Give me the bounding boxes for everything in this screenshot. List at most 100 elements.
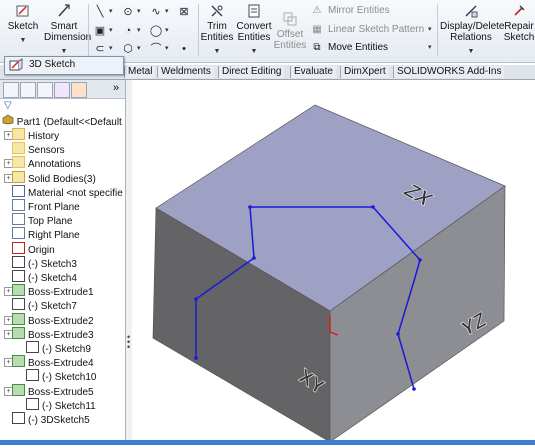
tree-item-3dsketch5[interactable]: (-) 3DSketch5: [12, 412, 90, 428]
spline-icon[interactable]: ∿: [148, 5, 164, 19]
tab-dimxpert[interactable]: DimXpert: [340, 66, 389, 78]
tree-item-label: Boss-Extrude5: [28, 386, 94, 398]
fillet-icon[interactable]: ⌒: [148, 42, 164, 56]
dimxpert-manager-tab-icon[interactable]: [54, 82, 70, 98]
window-bottom-border: [0, 440, 535, 445]
move-label: Move Entities: [328, 42, 389, 53]
tab-solidworks-add-ins[interactable]: SOLIDWORKS Add-Ins: [393, 66, 505, 78]
chevron-down-icon[interactable]: ▾: [137, 24, 144, 38]
chevron-down-icon[interactable]: ▾: [137, 5, 144, 19]
sketch-icon: [12, 255, 25, 268]
mirror-entities-button[interactable]: ⚠ Mirror Entities: [310, 4, 390, 18]
offset-entities-button[interactable]: Offset Entities: [273, 11, 307, 51]
repair-sketch-button[interactable]: Repair Sketch: [503, 3, 535, 43]
panel-toolbar: »: [0, 80, 125, 99]
configuration-manager-tab-icon[interactable]: [37, 82, 53, 98]
boss-extrude-icon: [12, 284, 25, 297]
chevron-down-icon[interactable]: ▾: [109, 42, 116, 56]
move-entities-button[interactable]: ⧉ Move Entities: [310, 41, 388, 55]
tree-item-label: Annotations: [28, 159, 81, 171]
chevron-down-icon[interactable]: ▾: [428, 23, 435, 37]
expand-arrows-icon[interactable]: »: [113, 82, 119, 94]
repair-icon: [514, 5, 525, 16]
tree-item-label: Material <not specifie: [28, 187, 123, 199]
chevron-down-icon[interactable]: ▾: [165, 24, 172, 38]
sketch-icon: [16, 5, 29, 17]
chevron-down-icon[interactable]: ▾: [428, 41, 435, 55]
convert-label-2: Entities: [237, 32, 271, 43]
plane-icon: [12, 199, 25, 211]
feature-manager-tab-icon[interactable]: [3, 82, 19, 98]
tab-evaluate[interactable]: Evaluate: [290, 66, 336, 78]
tree-item-label: (-) Sketch11: [42, 400, 96, 412]
slot-icon[interactable]: ⊂: [92, 42, 108, 56]
trim-entities-button[interactable]: Trim Entities ▼: [200, 3, 234, 57]
tab-metal[interactable]: Metal: [124, 66, 156, 78]
filter-icon[interactable]: ▽: [4, 100, 12, 111]
tree-item-label: Origin: [28, 244, 55, 256]
point-icon[interactable]: •: [176, 42, 192, 56]
graphics-area[interactable]: ZX YZ XY: [132, 80, 535, 445]
tree-item-label: (-) Sketch9: [42, 344, 91, 355]
convert-entities-button[interactable]: Convert Entities ▼: [236, 3, 272, 57]
boss-extrude-icon: [12, 383, 25, 396]
3d-sketch-menu-item[interactable]: 3D Sketch: [4, 56, 124, 75]
splitter-grip-icon[interactable]: • • •: [127, 333, 130, 352]
chevron-down-icon[interactable]: ▾: [165, 42, 172, 56]
rectangle-icon[interactable]: ▣: [92, 24, 108, 38]
chevron-down-icon[interactable]: ▾: [109, 24, 116, 38]
chevron-down-icon[interactable]: ▾: [165, 5, 172, 19]
tree-item-label: Right Plane: [28, 230, 80, 242]
sketch-button[interactable]: Sketch ▼: [6, 3, 40, 46]
tree-item-label: (-) Sketch4: [28, 273, 77, 284]
pattern-icon: ▦: [312, 24, 322, 35]
ellipse-icon[interactable]: ◯: [148, 24, 164, 38]
mirror-icon: ⚠: [312, 5, 322, 16]
boss-extrude-icon: [12, 312, 25, 325]
plane-icon: [12, 213, 25, 226]
offset-icon: [283, 12, 297, 26]
history-icon: [12, 128, 25, 140]
tab-direct-editing[interactable]: Direct Editing: [218, 66, 285, 78]
chevron-down-icon[interactable]: ▼: [236, 46, 272, 57]
relations-label-1: Display/Delete: [440, 21, 505, 32]
sketch-point: [252, 256, 256, 260]
chevron-down-icon[interactable]: ▾: [109, 5, 116, 19]
smart-dimension-label-1: Smart: [50, 21, 78, 32]
origin-icon: [12, 241, 25, 254]
relations-icon: [465, 5, 478, 18]
sensors-icon: [12, 142, 25, 155]
tree-item-label: Boss-Extrude3: [28, 329, 94, 341]
polygon-icon[interactable]: ⬡: [120, 42, 136, 56]
sketch-point: [418, 258, 422, 262]
arc-icon[interactable]: ◔: [120, 24, 136, 38]
smart-dimension-label-2: Dimension: [44, 32, 92, 43]
sketch-picture-icon[interactable]: ⊠: [176, 5, 192, 19]
smart-dimension-button[interactable]: Smart Dimension ▼: [44, 3, 91, 57]
sketch-point: [248, 205, 252, 209]
tree-item-label: Boss-Extrude4: [28, 358, 94, 370]
chevron-down-icon[interactable]: ▼: [440, 46, 502, 57]
sketch-point: [194, 297, 198, 301]
3d-model-view[interactable]: ZX YZ XY: [132, 80, 535, 445]
linear-sketch-pattern-button[interactable]: ▦ Linear Sketch Pattern: [310, 23, 424, 37]
offset-label-1: Offset: [276, 29, 304, 40]
tree-item-label: (-) Sketch10: [42, 372, 97, 384]
convert-icon: [248, 4, 260, 18]
line-icon[interactable]: ╲: [92, 5, 108, 19]
chevron-down-icon[interactable]: ▼: [200, 46, 234, 57]
circle-icon[interactable]: ⊙: [120, 5, 136, 19]
linear-pattern-label: Linear Sketch Pattern: [328, 24, 425, 35]
tree-item-label: (-) Sketch3: [28, 258, 77, 270]
chevron-down-icon[interactable]: ▼: [6, 35, 40, 46]
tree-item-label: Part1 (Default<<Default: [16, 117, 122, 128]
property-manager-tab-icon[interactable]: [20, 82, 36, 98]
sketch-point: [412, 387, 416, 391]
plane-icon: [12, 227, 25, 240]
tab-weldments[interactable]: Weldments: [157, 66, 214, 78]
display-delete-relations-button[interactable]: Display/Delete Relations ▼: [440, 3, 505, 57]
display-manager-tab-icon[interactable]: [71, 82, 87, 98]
trim-icon: [211, 5, 223, 17]
chevron-down-icon[interactable]: ▾: [137, 42, 144, 56]
sketch-icon: [26, 397, 39, 410]
